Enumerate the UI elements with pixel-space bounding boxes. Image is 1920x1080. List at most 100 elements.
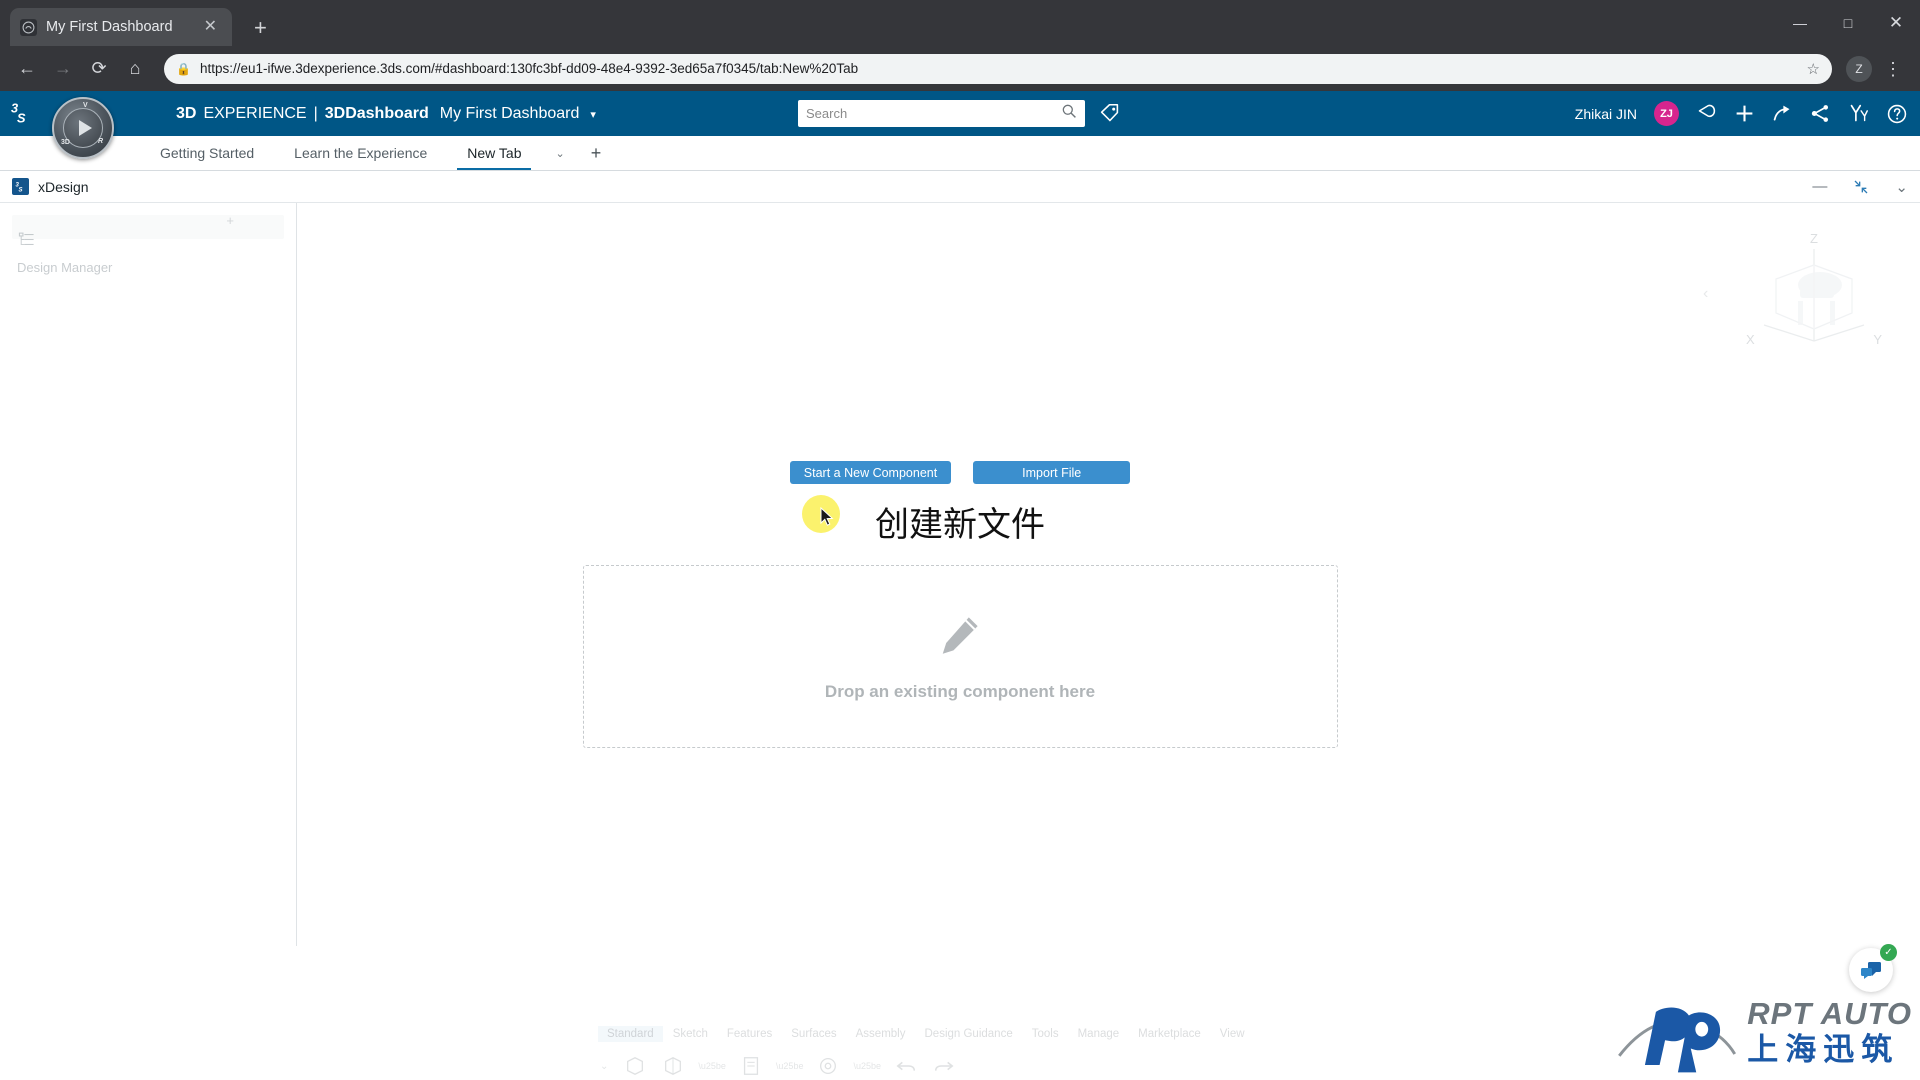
forward-icon[interactable]: → — [48, 54, 78, 84]
collapse-icon[interactable] — [1853, 179, 1869, 195]
notification-icon[interactable] — [1696, 103, 1717, 124]
dashboard-name[interactable]: My First Dashboard — [440, 105, 580, 123]
tab-label: Getting Started — [160, 145, 255, 161]
avatar[interactable]: ZJ — [1654, 101, 1679, 126]
axis-label-z: Z — [1810, 231, 1818, 246]
app-root: My First Dashboard ✕ + — □ ✕ ← → ⟳ ⌂ 🔒 h… — [0, 0, 1920, 1080]
ribbon-tab-features[interactable]: Features — [718, 1026, 781, 1042]
user-name-label: Zhikai JIN — [1574, 105, 1637, 122]
window-controls: — □ ✕ — [1776, 0, 1920, 46]
window-maximize-button[interactable]: □ — [1824, 0, 1872, 46]
undo-icon[interactable] — [893, 1053, 919, 1079]
window-minimize-button[interactable]: — — [1776, 0, 1824, 46]
compass-play-icon — [78, 120, 92, 136]
chinese-annotation: 创建新文件 — [875, 504, 1045, 545]
new-tab-button[interactable]: + — [246, 17, 275, 39]
header-search-area — [798, 100, 1120, 127]
new-part-icon[interactable] — [622, 1053, 648, 1079]
dropdown-dot-icon[interactable]: \u25be — [698, 1061, 726, 1071]
ribbon-collapse-icon[interactable]: ⌄ — [600, 1061, 610, 1072]
add-icon[interactable] — [1734, 103, 1755, 124]
collaborate-icon[interactable] — [1848, 103, 1869, 124]
watermark-text: RPT AUTO 上海迅筑 — [1747, 998, 1912, 1066]
ribbon-tab-surfaces[interactable]: Surfaces — [782, 1026, 845, 1042]
ribbon-tab-assembly[interactable]: Assembly — [847, 1026, 915, 1042]
add-tab-button[interactable]: + — [579, 136, 614, 170]
chevron-down-icon[interactable]: ▾ — [590, 108, 596, 121]
tab-label: Learn the Experience — [294, 145, 428, 161]
dropdown-dot-icon[interactable]: \u25be — [776, 1061, 804, 1071]
back-icon[interactable]: ← — [12, 54, 42, 84]
widget-minimize-button[interactable]: — — [1812, 178, 1827, 195]
view-compass[interactable]: ‹ Z X Y — [1703, 231, 1882, 355]
reload-icon[interactable]: ⟳ — [84, 54, 114, 84]
3d-compass-button[interactable]: 3D V R — [52, 97, 114, 159]
ribbon-toolbar: ⌄ \u25be \u25be \u25be — [598, 1043, 1320, 1079]
omnibox[interactable]: 🔒 https://eu1-ifwe.3dexperience.3ds.com/… — [164, 53, 1832, 84]
tag-icon[interactable] — [1099, 103, 1120, 124]
empty-state: Start a New Component Import File 创建新文件 … — [570, 461, 1350, 748]
widget-chevron-down-icon[interactable]: ⌄ — [1895, 178, 1908, 196]
ribbon-tab-marketplace[interactable]: Marketplace — [1129, 1026, 1210, 1042]
widget-title: xDesign — [38, 178, 89, 195]
tree-icon[interactable] — [18, 231, 36, 249]
ribbon-tab-sketch[interactable]: Sketch — [664, 1026, 717, 1042]
tree-add-icon[interactable]: + — [226, 213, 234, 228]
3dexperience-header: 3 S 3D V R 3D EXPERIENCE | 3DDashboard My… — [0, 91, 1920, 159]
ribbon-tab-tools[interactable]: Tools — [1023, 1026, 1068, 1042]
new-component-icon[interactable] — [660, 1053, 686, 1079]
close-icon[interactable]: ✕ — [199, 17, 222, 37]
brand-experience: EXPERIENCE — [203, 104, 307, 122]
search-box[interactable] — [798, 100, 1085, 127]
xdesign-ribbon: Standard Sketch Features Surfaces Assemb… — [598, 1024, 1320, 1080]
import-file-button[interactable]: Import File — [973, 461, 1131, 484]
share-network-icon[interactable] — [1810, 103, 1831, 124]
design-manager-panel: + Design Manager — [0, 203, 297, 946]
widget-actions: — ⌄ — [1812, 178, 1908, 196]
redo-icon[interactable] — [931, 1053, 957, 1079]
view-compass-graphic — [1763, 249, 1865, 342]
settings-icon[interactable] — [815, 1053, 841, 1079]
bookmark-star-icon[interactable]: ☆ — [1807, 60, 1820, 78]
svg-text:S: S — [18, 187, 22, 193]
dassault-logo: 3 S — [0, 91, 46, 136]
dashboard-tab-new-tab[interactable]: New Tab — [447, 136, 541, 170]
share-arrow-icon[interactable] — [1772, 103, 1793, 124]
widget-header: 3S xDesign — ⌄ — [0, 171, 1920, 203]
design-manager-label: Design Manager — [17, 260, 113, 275]
axis-label-x: X — [1746, 332, 1755, 347]
ribbon-tab-design-guidance[interactable]: Design Guidance — [916, 1026, 1022, 1042]
start-new-component-button[interactable]: Start a New Component — [789, 461, 952, 484]
new-drawing-icon[interactable] — [738, 1053, 764, 1079]
search-input[interactable] — [806, 106, 1061, 121]
component-dropzone[interactable]: Drop an existing component here — [582, 565, 1338, 748]
browser-toolbar: ← → ⟳ ⌂ 🔒 https://eu1-ifwe.3dexperience.… — [0, 46, 1920, 91]
browser-tabstrip: My First Dashboard ✕ + — □ ✕ — [0, 0, 1920, 46]
xdesign-app-icon: 3S — [12, 178, 29, 195]
search-icon[interactable] — [1061, 103, 1077, 124]
tree-search-input[interactable] — [12, 215, 284, 239]
lock-icon: 🔒 — [176, 61, 191, 76]
ribbon-tab-view[interactable]: View — [1211, 1026, 1254, 1042]
watermark-chinese: 上海迅筑 — [1747, 1032, 1900, 1068]
home-icon[interactable]: ⌂ — [120, 54, 150, 84]
browser-profile-avatar[interactable]: Z — [1846, 55, 1872, 82]
view-compass-caret[interactable]: ‹ — [1703, 285, 1708, 303]
address-bar-url[interactable]: https://eu1-ifwe.3dexperience.3ds.com/#d… — [200, 61, 1798, 76]
ribbon-tab-standard[interactable]: Standard — [598, 1025, 663, 1042]
support-chat-button[interactable]: ✓ — [1849, 944, 1897, 992]
dropdown-dot-icon[interactable]: \u25be — [853, 1061, 881, 1071]
compass-label-3d: 3D — [61, 139, 70, 146]
browser-tab[interactable]: My First Dashboard ✕ — [10, 8, 232, 46]
browser-menu-icon[interactable]: ⋮ — [1878, 60, 1908, 78]
chevron-down-icon[interactable]: ⌄ — [541, 136, 578, 170]
pencil-icon — [937, 612, 983, 658]
dashboard-tab-learn-the-experience[interactable]: Learn the Experience — [274, 136, 447, 170]
help-icon[interactable] — [1886, 103, 1908, 125]
ribbon-tab-list: Standard Sketch Features Surfaces Assemb… — [598, 1024, 1320, 1043]
ribbon-tab-manage[interactable]: Manage — [1069, 1026, 1129, 1042]
axis-label-y: Y — [1873, 332, 1882, 347]
annotation-area: 创建新文件 — [570, 495, 1350, 547]
window-close-button[interactable]: ✕ — [1872, 0, 1920, 46]
dashboard-tab-getting-started[interactable]: Getting Started — [140, 136, 274, 170]
